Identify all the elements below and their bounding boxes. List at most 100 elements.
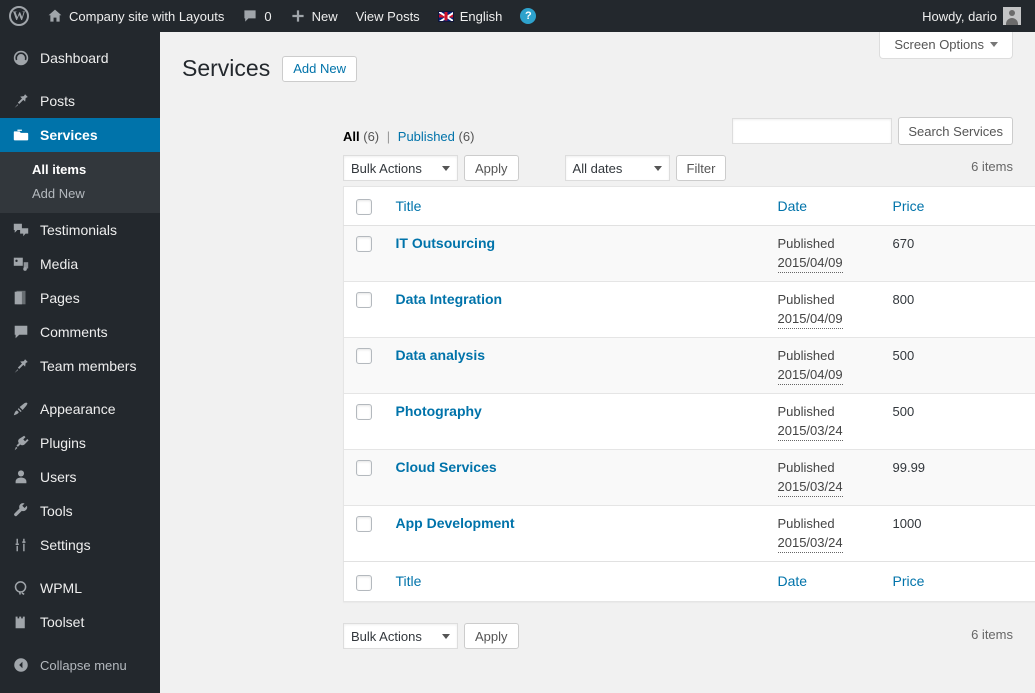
row-price-cell: 500 (892, 348, 915, 364)
user-icon (11, 467, 31, 487)
tablenav-top: Bulk Actions Apply All dates Filter (343, 153, 727, 183)
sidebar-item-dashboard[interactable]: Dashboard (0, 41, 160, 75)
wpml-icon (11, 578, 31, 598)
add-new-button[interactable]: Add New (282, 55, 357, 82)
sort-title-link-top[interactable]: Title (396, 198, 422, 214)
row-checkbox[interactable] (356, 403, 372, 420)
apply-button-bottom[interactable]: Apply (464, 623, 519, 649)
sidebar-item-label: Settings (40, 537, 91, 553)
row-title-link[interactable]: IT Outsourcing (396, 235, 496, 251)
sidebar-item-posts[interactable]: Posts (0, 84, 160, 118)
table-body: IT Outsourcing Published 2015/04/09 670 … (343, 225, 1035, 562)
sidebar-item-services[interactable]: Services (0, 118, 168, 152)
date-filter-value: All dates (572, 160, 623, 176)
row-checkbox[interactable] (356, 347, 372, 364)
admin-bar: W Company site with Layouts 0 New View P… (0, 0, 1035, 32)
sidebar-item-wpml[interactable]: WPML (0, 571, 160, 605)
main-content: Screen Options Services Add New All (6) … (160, 32, 1035, 693)
search-input[interactable] (732, 118, 893, 144)
view-published-link[interactable]: Published (398, 129, 455, 144)
search-box: Search Services (732, 117, 1013, 145)
page-header: Services Add New (182, 54, 357, 83)
sidebar-item-label: WPML (40, 580, 82, 596)
row-status: Published (777, 460, 835, 476)
select-all-checkbox-bottom[interactable] (356, 574, 372, 591)
row-date-cell: Published 2015/04/09 (768, 226, 883, 282)
sidebar-item-testimonials[interactable]: Testimonials (0, 213, 160, 247)
row-title-cell: Cloud Services (386, 450, 768, 506)
select-all-checkbox-top[interactable] (356, 199, 372, 216)
sort-date-link-top[interactable]: Date (778, 198, 808, 214)
sidebar-item-users[interactable]: Users (0, 460, 160, 494)
help-button[interactable]: ? (511, 0, 545, 32)
view-posts-link[interactable]: View Posts (347, 0, 429, 32)
row-title-link[interactable]: App Development (396, 515, 515, 531)
sort-date-link-bottom[interactable]: Date (778, 573, 808, 589)
row-date-cell: Published 2015/03/24 (768, 450, 883, 506)
sidebar-item-plugins[interactable]: Plugins (0, 426, 160, 460)
sidebar-item-comments[interactable]: Comments (0, 315, 160, 349)
submenu-item-add-new[interactable]: Add New (0, 182, 160, 206)
filter-button[interactable]: Filter (675, 155, 727, 181)
chevron-down-icon (442, 166, 450, 171)
site-name-menu[interactable]: Company site with Layouts (38, 0, 233, 32)
sort-price-link-top[interactable]: Price (893, 198, 925, 214)
item-count-bottom: 6 items (971, 627, 1013, 642)
language-switcher[interactable]: English (429, 0, 512, 32)
row-checkbox[interactable] (356, 291, 372, 308)
sidebar-item-team-members[interactable]: Team members (0, 349, 160, 383)
view-all-link[interactable]: All (343, 129, 360, 144)
help-question-icon: ? (520, 8, 537, 24)
sidebar-item-tools[interactable]: Tools (0, 494, 160, 528)
screen-options-label: Screen Options (894, 37, 984, 52)
pushpin-icon (11, 91, 31, 111)
wordpress-logo-menu[interactable]: W (0, 0, 38, 32)
comment-bubble-icon (242, 8, 258, 24)
views-filter-links: All (6) | Published (6) (343, 129, 474, 144)
settings-sliders-icon (11, 535, 31, 555)
row-checkbox[interactable] (356, 515, 372, 532)
view-all-count: (6) (363, 129, 380, 144)
toolset-icon (11, 612, 31, 632)
comments-menu[interactable]: 0 (233, 0, 280, 32)
table-head: Title Date Price (343, 187, 1035, 226)
row-date: 2015/03/24 (777, 533, 843, 554)
chevron-down-icon (653, 166, 662, 171)
row-title-link[interactable]: Data analysis (396, 347, 486, 363)
sidebar-item-media[interactable]: Media (0, 247, 160, 281)
row-title-cell: App Development (386, 506, 768, 562)
sidebar-item-pages[interactable]: Pages (0, 281, 160, 315)
row-title-link[interactable]: Data Integration (396, 291, 503, 307)
row-title-link[interactable]: Photography (396, 403, 482, 419)
row-title-cell: Data analysis (386, 338, 768, 394)
row-date: 2015/03/24 (777, 421, 843, 442)
date-filter-select[interactable]: All dates (564, 155, 670, 181)
collapse-menu-button[interactable]: Collapse menu (0, 648, 160, 682)
comment-bubble-icon (11, 322, 31, 342)
bulk-actions-select-bottom[interactable]: Bulk Actions (343, 623, 458, 649)
search-services-button[interactable]: Search Services (898, 117, 1013, 145)
sidebar-item-settings[interactable]: Settings (0, 528, 160, 562)
column-header-title: Title (386, 187, 768, 226)
row-price-cell: 670 (892, 236, 915, 252)
sidebar-item-toolset[interactable]: Toolset (0, 605, 160, 639)
row-date-cell: Published 2015/04/09 (768, 338, 883, 394)
apply-button-top[interactable]: Apply (464, 155, 519, 181)
view-posts-label: View Posts (355, 8, 420, 24)
row-title-link[interactable]: Cloud Services (396, 459, 497, 475)
avatar (1003, 7, 1021, 25)
collapse-arrow-icon (11, 655, 31, 675)
row-date: 2015/03/24 (777, 477, 843, 498)
my-account-menu[interactable]: Howdy, dario (913, 0, 1035, 32)
new-content-menu[interactable]: New (281, 0, 347, 32)
row-status: Published (777, 348, 835, 364)
sort-title-link-bottom[interactable]: Title (396, 573, 422, 589)
row-checkbox[interactable] (356, 235, 372, 252)
bulk-actions-select-top[interactable]: Bulk Actions (343, 155, 458, 181)
sort-price-link-bottom[interactable]: Price (893, 573, 925, 589)
screen-options-toggle[interactable]: Screen Options (879, 32, 1013, 59)
submenu-item-all-items[interactable]: All items (0, 158, 160, 182)
views-divider: | (386, 129, 391, 144)
row-checkbox[interactable] (356, 459, 372, 476)
sidebar-item-appearance[interactable]: Appearance (0, 392, 160, 426)
